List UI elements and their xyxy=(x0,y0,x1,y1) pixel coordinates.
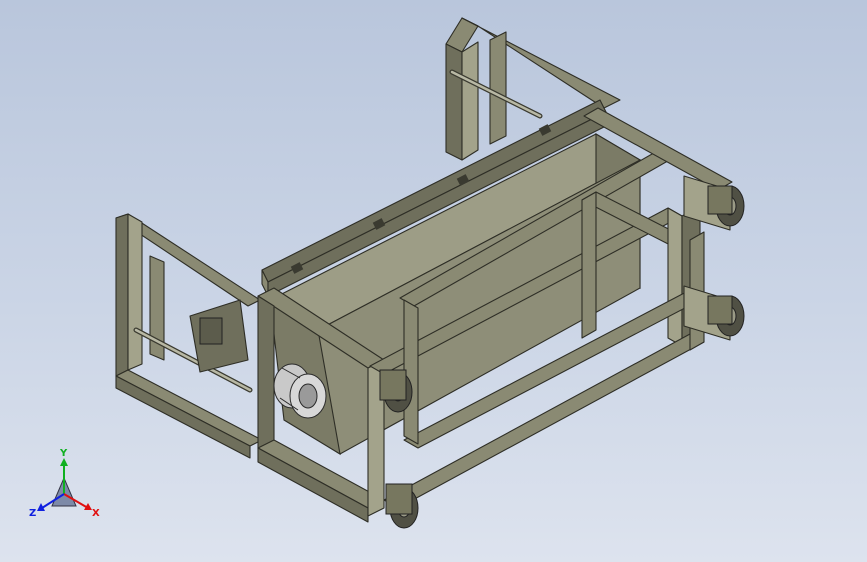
left-end-frame[interactable] xyxy=(115,213,263,459)
y-axis-label: Y xyxy=(59,448,68,459)
z-axis-label: Z xyxy=(29,508,36,519)
coordinate-triad: Y X Z xyxy=(29,448,100,519)
x-axis-label: X xyxy=(92,508,100,519)
graphics-viewport[interactable]: Y X Z xyxy=(0,0,867,562)
cart-frame-assembly-model[interactable] xyxy=(0,0,867,562)
y-axis-arrowhead xyxy=(60,458,68,466)
